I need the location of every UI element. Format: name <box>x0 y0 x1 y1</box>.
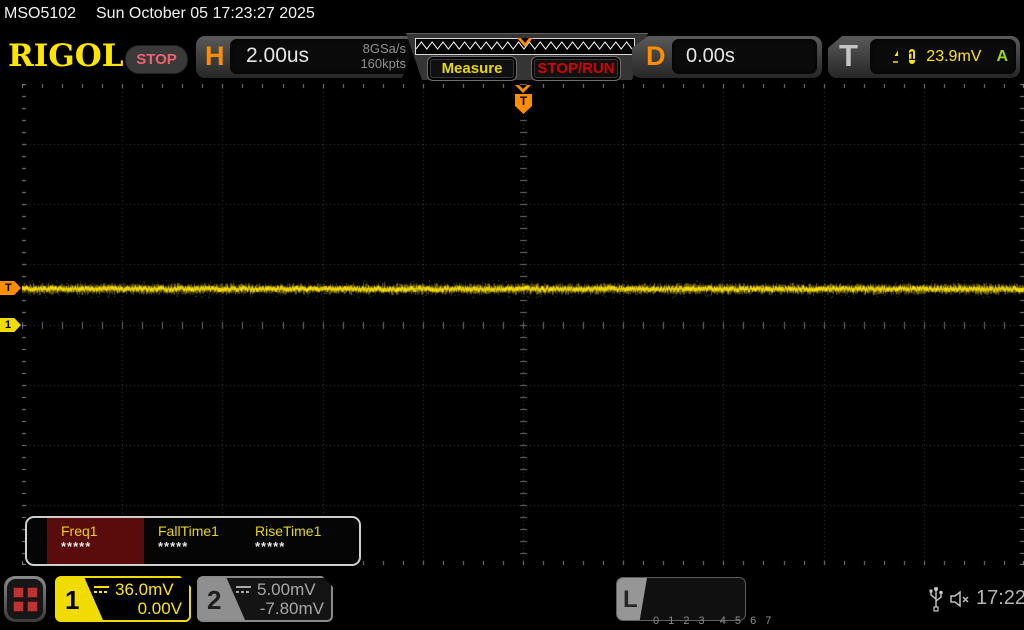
horizontal-inner: 2.00us 8GSa/s 160kpts <box>230 39 413 74</box>
dc-coupling-icon <box>93 585 110 595</box>
horizontal-label: H <box>205 41 225 71</box>
channel1-number: 1 <box>65 585 80 615</box>
trigger-settings-box[interactable]: T 1 23.9mV A <box>828 36 1020 78</box>
channel1-box[interactable]: 1 36.0mV 0.00V <box>55 576 191 622</box>
usb-icon <box>929 587 943 612</box>
delay-inner: 0.00s <box>672 39 817 74</box>
stop-run-button[interactable]: STOP/RUN <box>531 56 621 81</box>
channel2-scale: 5.00mV <box>257 580 316 599</box>
top-status-bar: MSO5102 Sun October 05 17:23:27 2025 <box>0 0 1024 30</box>
measurement-value: ***** <box>158 539 189 554</box>
datetime-text: Sun October 05 17:23:27 2025 <box>96 5 315 22</box>
memory-depth: 160kpts <box>360 56 406 71</box>
logic-channels-box[interactable]: L 0 1 2 3 4 5 6 7 8 9 1011 12131415 <box>616 577 771 627</box>
oscilloscope-screen: MSO5102 Sun October 05 17:23:27 2025 RIG… <box>0 0 1024 630</box>
measurement-panel[interactable]: Freq1 ***** FallTime1 ***** RiseTime1 **… <box>25 516 361 566</box>
measurement-name: RiseTime1 <box>255 523 322 539</box>
sample-rate-block: 8GSa/s 160kpts <box>360 41 406 71</box>
measurement-freq1[interactable]: Freq1 ***** <box>47 518 144 564</box>
logic-channel-numbers: 0 1 2 3 4 5 6 7 8 9 1011 12131415 <box>653 584 774 630</box>
delay-value: 0.00s <box>686 45 735 67</box>
delay-label: D <box>646 41 666 71</box>
measurement-value: ***** <box>255 539 286 554</box>
trigger-position-triangle-hole <box>519 85 527 89</box>
dc-coupling-icon <box>235 585 252 595</box>
channel1-values: 36.0mV 0.00V <box>93 580 182 619</box>
logic-row1: 0 1 2 3 4 5 6 7 <box>653 615 775 627</box>
timebase-value: 2.00us <box>246 44 310 67</box>
measurement-falltime1[interactable]: FallTime1 ***** <box>144 518 241 564</box>
trigger-slope-icon <box>893 49 898 63</box>
waveform-overview-strip[interactable] <box>415 38 635 55</box>
horizontal-settings-box[interactable]: H 2.00us 8GSa/s 160kpts <box>196 36 418 78</box>
measurement-spacer <box>27 518 47 564</box>
acquisition-state-badge: STOP <box>125 45 188 74</box>
channel2-values: 5.00mV -7.80mV <box>235 580 324 619</box>
measurement-name: Freq1 <box>61 523 98 539</box>
logic-label: L <box>623 586 638 613</box>
measurement-value: ***** <box>61 539 92 554</box>
graticule-canvas <box>22 84 1024 565</box>
windows-icon-grid <box>12 586 38 612</box>
trigger-label: T <box>839 38 858 73</box>
channel1-scale: 36.0mV <box>115 580 174 599</box>
speaker-muted-icon <box>950 590 969 608</box>
sample-rate: 8GSa/s <box>362 41 406 56</box>
measure-button[interactable]: Measure <box>427 56 517 81</box>
channel1-position-marker[interactable]: 1 <box>0 318 21 332</box>
trigger-sweep-mode: A <box>996 47 1008 65</box>
delay-settings-box[interactable]: D 0.00s <box>632 36 822 78</box>
channel2-number: 2 <box>207 585 222 615</box>
trigger-level-value: 23.9mV <box>926 47 982 65</box>
channel1-offset: 0.00V <box>137 599 182 618</box>
clock-text: 17:22 <box>976 587 1024 609</box>
windows-menu-button[interactable] <box>4 576 46 622</box>
trigger-level-marker[interactable]: T <box>0 281 21 295</box>
measurement-risetime1[interactable]: RiseTime1 ***** <box>241 518 338 564</box>
overview-trigger-marker-hole <box>521 38 529 43</box>
model-name: MSO5102 <box>4 5 77 22</box>
windows-icon <box>7 579 43 619</box>
channel2-box[interactable]: 2 5.00mV -7.80mV <box>197 576 333 622</box>
channel2-offset: -7.80mV <box>259 599 324 618</box>
trigger-inner: 1 23.9mV A <box>870 39 1016 74</box>
measurement-name: FallTime1 <box>158 523 219 539</box>
trigger-source-badge: 1 <box>908 49 916 64</box>
rigol-logo: RIGOL <box>8 38 124 74</box>
